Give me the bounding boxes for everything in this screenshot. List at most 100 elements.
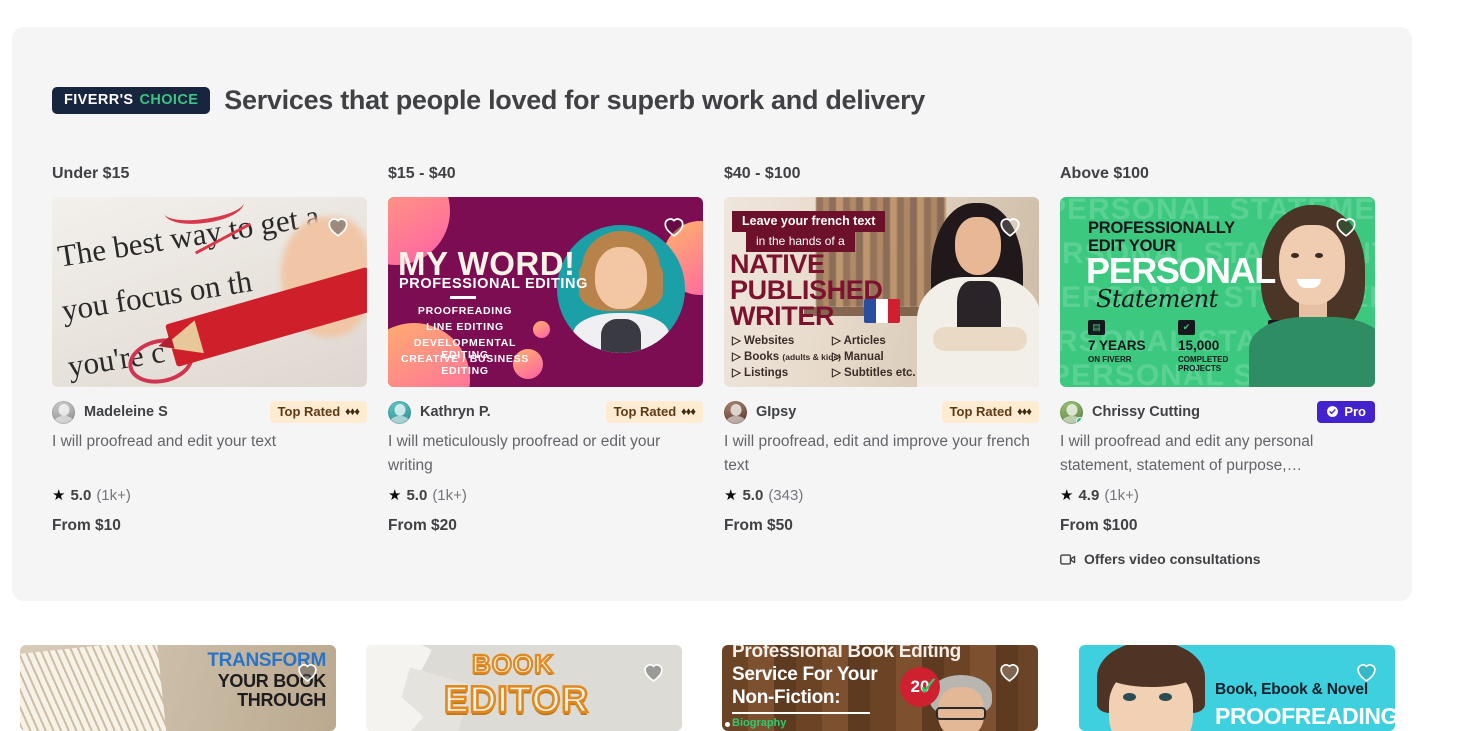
rating-row: ★ 5.0 (1k+): [52, 487, 367, 504]
thumb-bullet-label: Books: [744, 351, 780, 363]
favorite-heart-icon[interactable]: [325, 213, 351, 239]
france-flag-icon: [864, 299, 900, 323]
badge-secondary-text: CHOICE: [139, 91, 199, 108]
gig-price: From $20: [388, 517, 457, 535]
star-icon: ★: [1060, 487, 1074, 505]
top-rated-badge: Top Rated ♦♦♦: [605, 401, 703, 423]
gig-meta: Chrissy Cutting Pro I will proofread and…: [1060, 400, 1375, 567]
favorite-heart-icon[interactable]: [997, 213, 1023, 239]
rating-row: ★ 5.0 (343): [724, 487, 1039, 504]
seller-row: Madeleine S Top Rated ♦♦♦: [52, 400, 367, 424]
thumb-book-pages: [20, 645, 167, 731]
page-root: FIVERR'S CHOICE Services that people lov…: [0, 0, 1470, 731]
top-rated-diamonds: ♦♦♦: [1017, 405, 1032, 418]
price-tier-label: Above $100: [1060, 165, 1149, 182]
rating-row: ★ 5.0 (1k+): [388, 487, 703, 504]
top-rated-label: Top Rated: [613, 404, 677, 419]
seller-name[interactable]: Madeleine S: [84, 404, 168, 420]
gig-card[interactable]: BOOK EDITOR: [366, 645, 682, 731]
price-tier-label: Under $15: [52, 165, 130, 182]
thumb-line: BOOK: [471, 648, 554, 680]
gig-thumbnail[interactable]: Leave your french text in the hands of a…: [724, 197, 1039, 387]
thumb-line: Book, Ebook & Novel: [1215, 681, 1368, 698]
thumb-bullet-label: Listings: [744, 367, 789, 379]
gig-card-grid: Under $15 The best way to get a you focu…: [52, 165, 1375, 567]
star-icon: ★: [724, 487, 738, 505]
gig-description[interactable]: I will proofread, edit and improve your …: [724, 430, 1039, 478]
rating-value: 5.0: [70, 487, 92, 504]
thumb-script-line: Statement: [1096, 285, 1218, 313]
avatar[interactable]: [52, 400, 75, 424]
review-count: (1k+): [96, 487, 131, 504]
gig-thumbnail[interactable]: MY WORD! PROFESSIONAL EDITING PROOFREADI…: [388, 197, 703, 387]
gig-meta: GIpsy Top Rated ♦♦♦ I will proofread, ed…: [724, 400, 1039, 535]
gig-price: From $50: [724, 517, 793, 535]
gig-card[interactable]: Professional Book Editing Service For Yo…: [722, 645, 1038, 731]
thumb-service-item: LINE EDITING: [426, 321, 504, 333]
favorite-heart-icon[interactable]: [641, 659, 666, 684]
thumb-service-item: CREATIVE / BUSINESS EDITING: [400, 353, 530, 377]
favorite-heart-icon[interactable]: [997, 659, 1022, 684]
stat-label: ON FIVERR: [1088, 354, 1132, 364]
favorite-heart-icon[interactable]: [1333, 213, 1359, 239]
thumb-kicker-line: PROFESSIONALLY: [1088, 219, 1235, 237]
seller-name[interactable]: Kathryn P.: [420, 404, 491, 420]
thumb-bullet: ▷ Books (adults & kids): [732, 351, 841, 363]
thumb-kicker: Leave your french text: [732, 211, 886, 232]
review-count: (343): [768, 487, 804, 505]
badge-primary-text: FIVERR'S: [64, 91, 134, 108]
avatar[interactable]: [388, 400, 411, 424]
gig-meta: Kathryn P. Top Rated ♦♦♦ I will meticulo…: [388, 400, 703, 535]
thumb-bullet: ▷ Listings: [732, 367, 789, 379]
thumb-line: PROOFREADING: [1215, 703, 1395, 729]
thumb-subtitle: PROFESSIONAL EDITING: [399, 276, 588, 292]
avatar[interactable]: [1060, 400, 1083, 424]
rating-value: 4.9: [1078, 487, 1100, 505]
gig-card[interactable]: $15 - $40 MY WORD! PROFESSIONAL EDITING …: [388, 165, 703, 567]
top-rated-diamonds: ♦♦♦: [681, 405, 696, 418]
favorite-heart-icon[interactable]: [1354, 659, 1379, 684]
thumb-big-line: NATIVE: [730, 249, 825, 279]
thumb-big-line: WRITER: [730, 301, 835, 331]
gig-card[interactable]: Book, Ebook & Novel PROOFREADING: [1079, 645, 1395, 731]
gig-card[interactable]: $40 - $100 Leave your french text in the…: [724, 165, 1039, 567]
thumb-bullet-label: Articles: [843, 335, 886, 347]
top-rated-diamonds: ♦♦♦: [345, 405, 360, 418]
thumb-stat: ▤ 7 YEARS ON FIVERR: [1088, 320, 1160, 373]
thumb-stat: ✔ 15,000 COMPLETED PROJECTS: [1178, 320, 1250, 373]
panel-header: FIVERR'S CHOICE Services that people lov…: [52, 85, 925, 116]
gig-description[interactable]: I will proofread and edit any personal s…: [1060, 430, 1375, 478]
gig-card[interactable]: TRANSFORM YOUR BOOK THROUGH: [20, 645, 336, 731]
seller-row: Kathryn P. Top Rated ♦♦♦: [388, 400, 703, 424]
thumb-bullet-label: Subtitles etc.: [844, 367, 916, 379]
thumb-bullet-label: Manual: [844, 351, 884, 363]
avatar[interactable]: [724, 400, 747, 424]
thumb-line: Service For Your: [732, 664, 878, 685]
star-icon: ★: [52, 487, 66, 504]
thumb-portrait: [1097, 645, 1205, 731]
top-rated-badge: Top Rated ♦♦♦: [269, 401, 367, 423]
thumb-service-item: PROOFREADING: [417, 305, 513, 317]
gig-description[interactable]: I will meticulously proofread or edit yo…: [388, 430, 703, 478]
thumb-bullet: ▷ Manual: [832, 351, 884, 363]
rating-value: 5.0: [742, 487, 764, 505]
gig-card[interactable]: Above $100 PERSONAL STATEMENT PERSONAL S…: [1060, 165, 1375, 567]
favorite-heart-icon[interactable]: [661, 213, 687, 239]
gig-card[interactable]: Under $15 The best way to get a you focu…: [52, 165, 367, 567]
gig-description[interactable]: I will proofread and edit your text: [52, 430, 367, 478]
gig-thumbnail[interactable]: PERSONAL STATEMENT PERSONAL STATEMENT PE…: [1060, 197, 1375, 387]
seller-name[interactable]: Chrissy Cutting: [1092, 404, 1200, 420]
gig-price: From $100: [1060, 517, 1138, 535]
thumb-big-line: PERSONAL: [1086, 250, 1276, 291]
fiverrs-choice-panel: FIVERR'S CHOICE Services that people lov…: [12, 27, 1412, 601]
gig-thumbnail[interactable]: The best way to get a you focus on th yo…: [52, 197, 367, 387]
fiverrs-choice-badge: FIVERR'S CHOICE: [52, 86, 211, 115]
thumb-line: THROUGH: [237, 689, 326, 710]
stat-number: 7 YEARS: [1088, 338, 1146, 354]
stat-icon: ✔: [1178, 320, 1195, 336]
favorite-heart-icon[interactable]: [295, 659, 320, 684]
stat-number: 15,000: [1178, 338, 1220, 354]
verified-seal-icon: [1327, 406, 1339, 417]
seller-name[interactable]: GIpsy: [756, 404, 796, 420]
review-count: (1k+): [1104, 487, 1139, 505]
